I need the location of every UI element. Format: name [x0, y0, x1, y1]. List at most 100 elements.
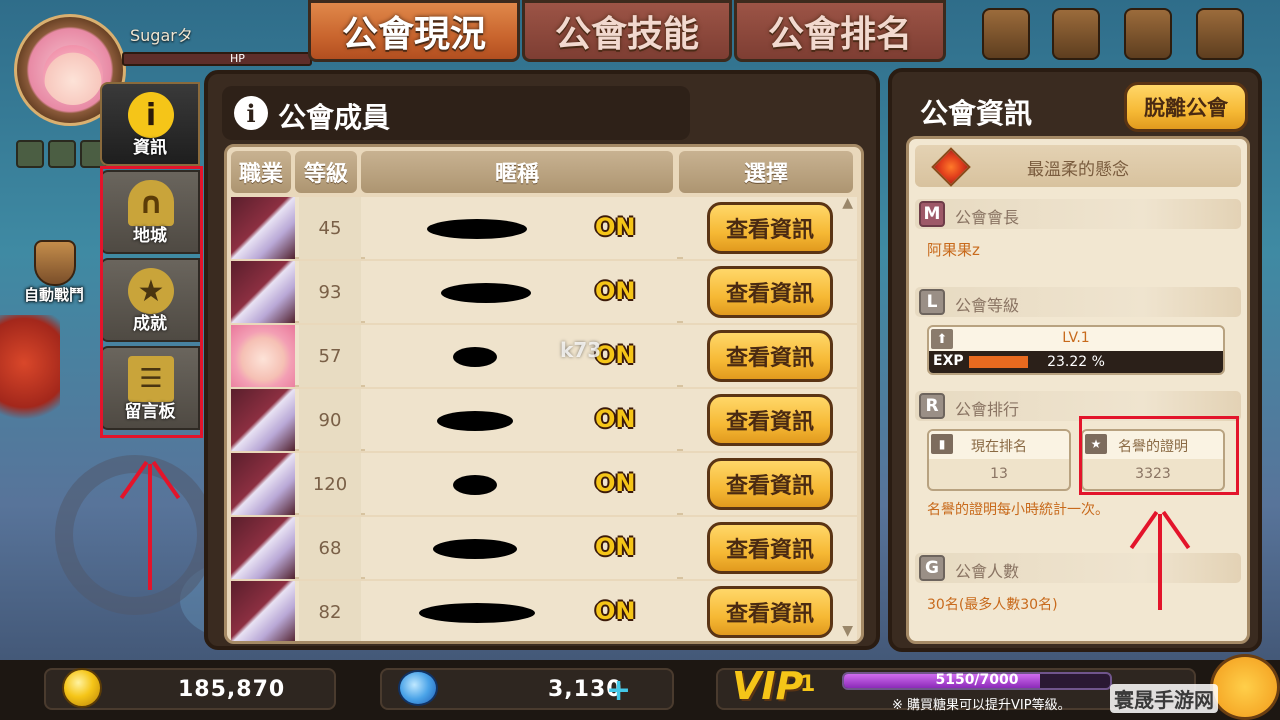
member-select-cell: 查看資訊 — [683, 581, 857, 641]
guild-members-panel: i 公會成員 職業 等級 暱稱 選擇 45 ON 查看資訊 93 ON 查看資訊 57 ON 查… — [204, 70, 880, 650]
redacted-nickname — [453, 347, 497, 367]
member-portrait — [231, 325, 295, 387]
guild-name-bar: 最溫柔的懸念 — [915, 145, 1241, 187]
ranking-badge-icon: R — [919, 393, 945, 419]
member-nickname-cell: ON — [365, 517, 677, 579]
column-header-job: 職業 — [231, 151, 291, 193]
member-count-value: 30名(最多人數30名) — [927, 597, 1058, 613]
member-select-cell: 查看資訊 — [683, 517, 857, 579]
table-row: 93 ON 查看資訊 — [231, 261, 857, 323]
avatar-face — [43, 45, 103, 105]
backpack-icon[interactable] — [1196, 8, 1244, 60]
red-arrow-right — [1128, 510, 1192, 610]
view-info-button[interactable]: 查看資訊 — [707, 458, 833, 510]
auto-battle-button[interactable]: 自動戰鬥 — [14, 240, 94, 310]
member-nickname-cell: ON — [365, 453, 677, 515]
redacted-nickname — [433, 539, 517, 559]
side-tab-info[interactable]: i 資訊 — [100, 82, 200, 166]
vip-label: VIP — [732, 664, 804, 708]
members-table: 職業 等級 暱稱 選擇 45 ON 查看資訊 93 ON 查看資訊 57 ON 查看資訊 90 ON… — [224, 144, 864, 644]
member-portrait — [231, 581, 295, 641]
member-level: 93 — [299, 261, 361, 323]
table-row: 45 ON 查看資訊 — [231, 197, 857, 259]
current-rank-box: ▮ 現在排名 13 — [927, 429, 1071, 491]
player-name: Sugarタ — [130, 26, 193, 45]
highlight-frame-side-tabs — [100, 166, 203, 438]
shield-icon — [34, 240, 76, 286]
scroll-down-icon[interactable]: ▼ — [842, 623, 853, 639]
member-select-cell: 查看資訊 — [683, 325, 857, 387]
watermark-logo: k73 — [560, 338, 602, 362]
view-info-button[interactable]: 查看資訊 — [707, 586, 833, 638]
member-level: 68 — [299, 517, 361, 579]
tab-guild-skills[interactable]: 公會技能 — [522, 0, 732, 62]
column-header-level: 等級 — [295, 151, 357, 193]
info-icon: i — [234, 96, 268, 130]
status-icons — [16, 140, 108, 168]
table-row: 57 ON 查看資訊 — [231, 325, 857, 387]
member-portrait — [231, 197, 295, 259]
section-label: 公會人數 — [955, 562, 1020, 581]
view-info-button[interactable]: 查看資訊 — [707, 330, 833, 382]
info-icon: i — [128, 92, 174, 138]
panel-title: 公會成員 — [278, 101, 391, 134]
add-candy-button[interactable]: + — [606, 673, 631, 708]
member-select-cell: 查看資訊 — [683, 453, 857, 515]
chest-icon[interactable] — [982, 8, 1030, 60]
view-info-button[interactable]: 查看資訊 — [707, 202, 833, 254]
table-row: 68 ON 查看資訊 — [231, 517, 857, 579]
member-level: 57 — [299, 325, 361, 387]
online-status: ON — [595, 533, 636, 561]
close-menu-button[interactable] — [1210, 654, 1280, 720]
scroll-up-icon[interactable]: ▲ — [842, 195, 853, 211]
section-leader: M 公會會長 — [915, 199, 1241, 229]
table-row: 120 ON 查看資訊 — [231, 453, 857, 515]
scroll-map-icon[interactable] — [1052, 8, 1100, 60]
table-row: 90 ON 查看資訊 — [231, 389, 857, 451]
vip-note: ※ 購買糖果可以提升VIP等級。 — [892, 698, 1071, 713]
leader-name: 阿果果z — [927, 241, 980, 259]
online-status: ON — [595, 597, 636, 625]
member-portrait — [231, 261, 295, 323]
section-member-count: G 公會人數 — [915, 553, 1241, 583]
member-portrait — [231, 517, 295, 579]
member-portrait — [231, 389, 295, 451]
section-label: 公會會長 — [955, 208, 1020, 227]
member-nickname-cell: ON — [365, 325, 677, 387]
vip-level: 1 — [800, 672, 816, 697]
view-info-button[interactable]: 查看資訊 — [707, 394, 833, 446]
member-nickname-cell: ON — [365, 389, 677, 451]
gold-coin-icon — [62, 668, 102, 708]
side-tab-label: 資訊 — [133, 138, 167, 158]
background-creature — [0, 315, 60, 435]
guild-level-box: ⬆ LV.1 EXP 23.22 % — [927, 325, 1225, 375]
section-label: 公會等級 — [955, 296, 1020, 315]
auto-battle-label: 自動戰鬥 — [23, 286, 84, 304]
leave-guild-button[interactable]: 脫離公會 — [1124, 82, 1248, 132]
member-select-cell: 查看資訊 — [683, 389, 857, 451]
table-row: 82 ON 查看資訊 — [231, 581, 857, 641]
current-rank-label: 現在排名 — [971, 439, 1027, 455]
hp-label: HP — [230, 52, 245, 65]
redacted-nickname — [453, 475, 497, 495]
view-info-button[interactable]: 查看資訊 — [707, 266, 833, 318]
online-status: ON — [595, 277, 636, 305]
book-icon[interactable] — [1124, 8, 1172, 60]
exp-bar: EXP 23.22 % — [929, 351, 1223, 373]
tab-guild-status[interactable]: 公會現況 — [308, 0, 520, 62]
redacted-nickname — [419, 603, 535, 623]
member-portrait — [231, 453, 295, 515]
online-status: ON — [595, 213, 636, 241]
member-select-cell: 查看資訊 — [683, 197, 857, 259]
guild-level-value: LV.1 — [1062, 330, 1090, 346]
gold-amount: 185,870 — [178, 677, 286, 702]
section-level: L 公會等級 — [915, 287, 1241, 317]
view-info-button[interactable]: 查看資訊 — [707, 522, 833, 574]
candy-icon — [398, 670, 438, 706]
tab-guild-ranking[interactable]: 公會排名 — [734, 0, 946, 62]
current-rank-value: 13 — [990, 466, 1008, 482]
member-level: 90 — [299, 389, 361, 451]
buff-icon — [16, 140, 44, 168]
highlight-frame-reputation — [1079, 416, 1239, 495]
member-nickname-cell: ON — [365, 197, 677, 259]
